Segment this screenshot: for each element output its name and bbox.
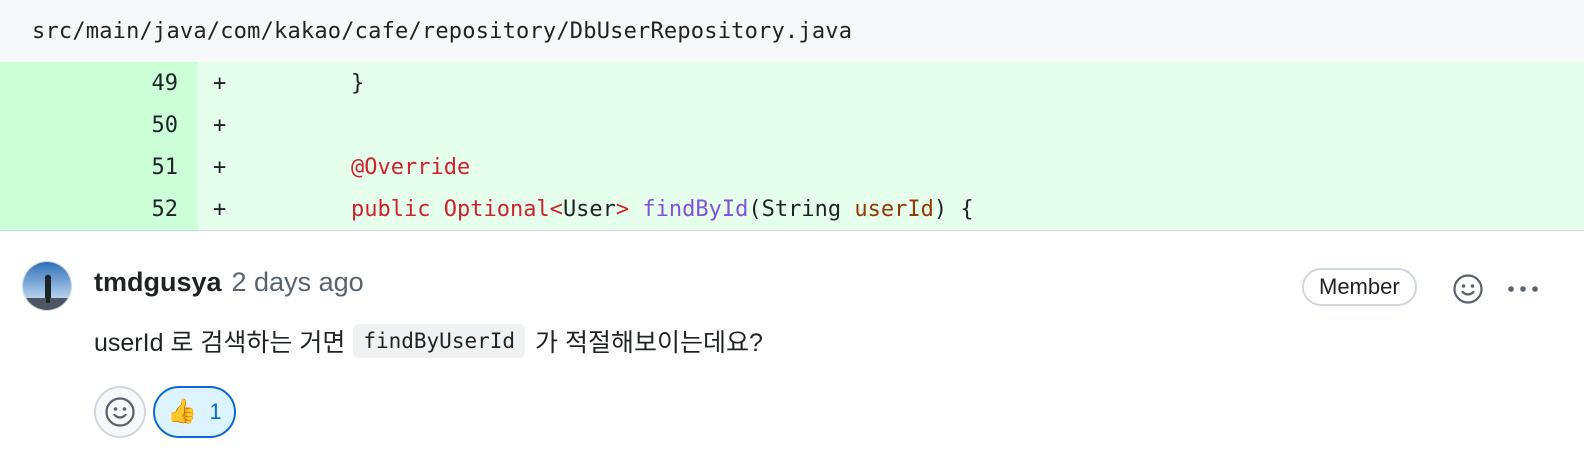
file-header: src/main/java/com/kakao/cafe/repository/… (0, 0, 1584, 62)
thumbs-up-reaction[interactable]: 👍 1 (153, 386, 236, 438)
addition-marker: + (213, 112, 227, 138)
thumbs-up-icon: 👍 (167, 398, 198, 425)
line-code: + (198, 104, 1584, 146)
addition-marker: + (213, 70, 227, 96)
diff-line: 50 + (0, 104, 1584, 146)
reaction-count: 1 (209, 399, 222, 424)
reaction-picker-button[interactable] (94, 386, 146, 438)
line-number[interactable]: 50 (0, 104, 198, 146)
file-path[interactable]: src/main/java/com/kakao/cafe/repository/… (32, 19, 852, 44)
author-name[interactable]: tmdgusya (94, 267, 222, 298)
code-token: (String (748, 196, 855, 222)
code-token: findById (642, 196, 749, 222)
avatar[interactable] (22, 261, 72, 311)
code-token: } (298, 70, 365, 96)
member-badge: Member (1302, 268, 1417, 306)
kebab-horizontal-icon (1508, 286, 1538, 292)
comment-text-after: 가 적절해보이는데요? (535, 329, 763, 357)
inline-code: findByUserId (353, 324, 526, 358)
review-comment: tmdgusya 2 days ago Member userId 로 검색하는… (0, 231, 1584, 456)
add-reaction-button[interactable] (1450, 271, 1486, 307)
comment-body: userId 로 검색하는 거면 findByUserId 가 적절해보이는데요… (94, 323, 763, 359)
code-token: public (350, 196, 431, 222)
code-token: > (615, 196, 630, 222)
comment-text-before: userId 로 검색하는 거면 (94, 329, 346, 357)
smiley-icon (105, 397, 135, 427)
smiley-icon (1453, 274, 1483, 304)
addition-marker: + (213, 196, 227, 222)
comment-header: tmdgusya 2 days ago (94, 267, 364, 298)
code-token: ) { (933, 196, 974, 222)
diff-view: 49 + } 50 +51 + @Override 52 + public Optional… (0, 62, 1584, 231)
line-code: + } (198, 62, 1584, 104)
avatar-image (23, 262, 71, 310)
code-token: Optional< (443, 196, 563, 222)
line-number[interactable]: 52 (0, 188, 198, 230)
line-code: + @Override (198, 146, 1584, 188)
diff-line: 52 + public Optional< User > findById (Strin… (0, 188, 1584, 230)
diff-line: 51 + @Override (0, 146, 1584, 188)
more-options-button[interactable] (1504, 271, 1542, 307)
code-token: userId (854, 196, 934, 222)
code-token: User (562, 196, 616, 222)
addition-marker: + (213, 154, 227, 180)
line-number[interactable]: 51 (0, 146, 198, 188)
code-token: @Override (350, 154, 471, 180)
line-code: + public Optional< User > findById (String … (198, 188, 1584, 230)
comment-timestamp[interactable]: 2 days ago (232, 267, 364, 298)
line-number[interactable]: 49 (0, 62, 198, 104)
diff-line: 49 + } (0, 62, 1584, 104)
